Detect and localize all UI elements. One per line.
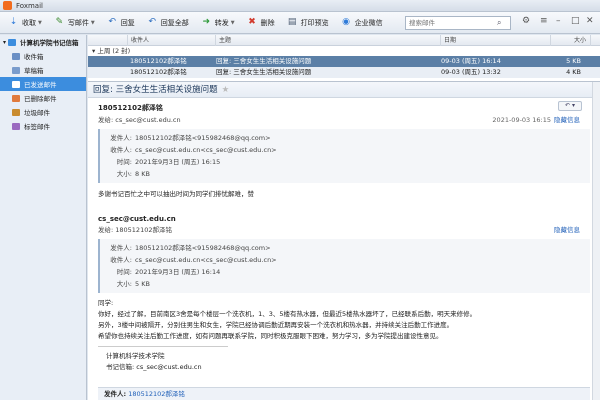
- list-header: 收件人 主题 日期 大小: [88, 34, 600, 46]
- reading-pane: 回复: 三舍女生生活相关设施问题 ★ ↶ ▾ 180512102郝泽铭 发给: c…: [88, 82, 600, 400]
- chevron-down-icon[interactable]: ▼: [38, 20, 42, 26]
- chevron-down-icon[interactable]: ▼: [231, 20, 235, 26]
- print-preview-button[interactable]: ▤ 打印预览: [283, 14, 333, 32]
- printer-icon: ▤: [287, 17, 297, 27]
- close-icon[interactable]: ✕: [586, 16, 594, 26]
- title-bar: Foxmail: [0, 0, 600, 12]
- scrollbar[interactable]: [592, 82, 600, 400]
- tag-icon: [12, 122, 20, 130]
- delete-button[interactable]: ✖ 删除: [243, 14, 279, 32]
- column-flags[interactable]: [88, 34, 128, 46]
- column-subject[interactable]: 主题: [216, 34, 441, 46]
- minimize-icon[interactable]: –: [556, 16, 561, 26]
- compose-label: 写邮件: [67, 18, 89, 27]
- account-icon: [8, 38, 17, 46]
- settings-icon[interactable]: ⚙: [522, 16, 530, 26]
- enterprise-wechat-button[interactable]: ◉ 企业微信: [337, 14, 387, 32]
- hide-info-link[interactable]: 隐藏信息: [554, 224, 580, 234]
- chevron-down-icon[interactable]: ▼: [91, 20, 95, 26]
- sidebar-item-sent[interactable]: 已发送邮件: [0, 77, 86, 91]
- list-item[interactable]: 180512102郝泽铭 回复: 三舍女生生活相关设施问题 09-03 (周五)…: [88, 67, 600, 78]
- receive-icon: ⇣: [9, 17, 18, 27]
- drafts-icon: [12, 66, 20, 74]
- delete-icon: ✖: [248, 17, 256, 27]
- list-item[interactable]: 180512102郝泽铭 回复: 三舍女生生活相关设施问题 09-03 (周五)…: [88, 56, 600, 67]
- maximize-icon[interactable]: □: [571, 16, 580, 26]
- reply-label: 回复: [120, 18, 135, 27]
- reply-all-button[interactable]: ↶ 回复全部: [143, 14, 193, 32]
- forward-label: 转发: [214, 18, 229, 27]
- foxmail-logo-icon: [3, 1, 12, 10]
- compose-icon: ✎: [55, 17, 64, 27]
- wechat-icon: ◉: [342, 17, 350, 27]
- sidebar: ▾ 计算机学院书记信箱 收件箱 草稿箱 已发送邮件 已删除邮件 垃圾邮件 标签邮…: [0, 35, 87, 400]
- sidebar-item-tagged[interactable]: 标签邮件: [0, 119, 86, 133]
- sidebar-item-inbox[interactable]: 收件箱: [0, 49, 86, 63]
- message-header-box: 发件人: 180512102郝泽铭<915982468@qq.com> 收件人: c…: [98, 129, 590, 183]
- toolbar: ⇣ 收取 ▼ ✎ 写邮件 ▼ ↶ 回复 ↶ 回复全部 ➜ 转发 ▼ ✖ 删除 ▤…: [0, 12, 600, 34]
- reply-icon: ↶: [108, 17, 116, 27]
- quoted-header-bar: 发件人: 180512102郝泽铭: [98, 387, 590, 400]
- forward-button[interactable]: ➜ 转发 ▼: [197, 14, 239, 32]
- message-title: 回复: 三舍女生生活相关设施问题 ★: [88, 82, 600, 98]
- message-timestamp: 2021-09-03 16:15 隐藏信息: [492, 116, 580, 124]
- reply-all-label: 回复全部: [160, 18, 189, 27]
- sender-name: cs_sec@cust.edu.cn: [98, 215, 176, 223]
- menu-icon[interactable]: ≡: [540, 16, 548, 26]
- reply-dropdown-button[interactable]: ↶ ▾: [558, 101, 582, 111]
- hide-info-link[interactable]: 隐藏信息: [554, 116, 580, 124]
- message-meta: 发给: 180512102郝泽铭 隐藏信息: [88, 223, 600, 234]
- enterprise-wechat-label: 企业微信: [354, 18, 383, 27]
- app-title: Foxmail: [16, 1, 43, 10]
- message-body: 多谢书记百忙之中可以抽出时间为同学们排忧解难，赞: [98, 190, 254, 198]
- account-label: 计算机学院书记信箱: [20, 39, 79, 47]
- column-date[interactable]: 日期: [441, 34, 551, 46]
- receive-button[interactable]: ⇣ 收取 ▼: [4, 14, 46, 32]
- reply-all-icon: ↶: [148, 17, 156, 27]
- compose-button[interactable]: ✎ 写邮件 ▼: [50, 14, 99, 32]
- signature: 计算机科学技术学院 书记信箱: cs_sec@cust.edu.cn: [106, 352, 202, 371]
- inbox-icon: [12, 52, 20, 60]
- sidebar-item-spam[interactable]: 垃圾邮件: [0, 105, 86, 119]
- star-icon[interactable]: ★: [222, 85, 230, 95]
- search-box[interactable]: ⌕: [405, 16, 511, 30]
- message-header-box: 发件人: 180512102郝泽铭<915982468@qq.com> 收件人: c…: [98, 239, 590, 293]
- recipient-line: 发给: cs_sec@cust.edu.cn: [98, 116, 181, 124]
- sender-name: 180512102郝泽铭: [98, 104, 163, 112]
- signature-divider: [98, 346, 228, 347]
- forward-icon: ➜: [202, 17, 210, 27]
- list-group-header[interactable]: ▾ 上周 (2 封): [88, 46, 600, 56]
- spam-icon: [12, 108, 20, 116]
- reply-button[interactable]: ↶ 回复: [103, 14, 139, 32]
- sidebar-item-deleted[interactable]: 已删除邮件: [0, 91, 86, 105]
- search-input[interactable]: [409, 19, 497, 27]
- collapse-arrow-icon[interactable]: ▾: [3, 39, 6, 46]
- sent-icon: [12, 80, 20, 88]
- sidebar-account[interactable]: ▾ 计算机学院书记信箱: [0, 35, 86, 49]
- column-size[interactable]: 大小: [551, 34, 591, 46]
- message-list: 收件人 主题 日期 大小 ▾ 上周 (2 封) 180512102郝泽铭 回复:…: [88, 34, 600, 82]
- receive-label: 收取: [22, 18, 36, 27]
- trash-icon: [12, 94, 20, 102]
- print-preview-label: 打印预览: [300, 18, 329, 27]
- message-body: 同学: 你好，经过了解，目前南区3舍是每个楼层一个洗衣机，1、3、5楼有热水器，…: [98, 299, 477, 340]
- column-from[interactable]: 收件人: [128, 34, 216, 46]
- sidebar-item-drafts[interactable]: 草稿箱: [0, 63, 86, 77]
- delete-label: 删除: [260, 18, 275, 27]
- message-meta: 发给: cs_sec@cust.edu.cn 2021-09-03 16:15 隐…: [88, 113, 600, 124]
- search-icon[interactable]: ⌕: [497, 18, 501, 28]
- recipient-line: 发给: 180512102郝泽铭: [98, 226, 172, 234]
